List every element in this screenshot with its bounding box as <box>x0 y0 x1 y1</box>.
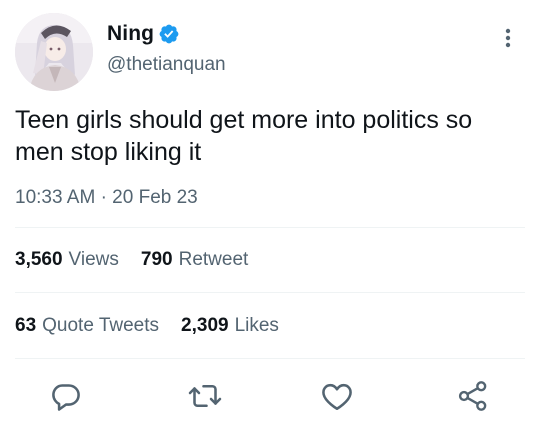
retweet-button[interactable] <box>187 378 223 414</box>
tweet-text: Teen girls should get more into politics… <box>15 106 480 166</box>
more-options-button[interactable] <box>498 26 518 50</box>
tweet-detail: Ning @thetianquan Teen girls should get … <box>0 0 540 441</box>
likes-label: Likes <box>234 315 279 336</box>
views-label: Views <box>68 249 119 270</box>
like-icon <box>322 383 352 411</box>
tweet-time: 10:33 AM <box>15 187 96 208</box>
tweet-timestamp[interactable]: 10:33 AM · 20 Feb 23 <box>15 187 198 209</box>
user-handle[interactable]: @thetianquan <box>107 54 226 76</box>
action-bar <box>0 374 540 418</box>
views-count: 3,560 <box>15 249 63 270</box>
stats-row-primary: 3,560 Views 790 Retweet <box>15 249 248 271</box>
reply-button[interactable] <box>48 378 84 414</box>
retweets-label: Retweet <box>178 249 249 270</box>
quotes-label: Quote Tweets <box>42 315 160 336</box>
divider <box>15 358 525 359</box>
retweet-icon <box>188 384 222 408</box>
stats-row-secondary: 63 Quote Tweets 2,309 Likes <box>15 315 279 337</box>
retweets-count: 790 <box>140 249 173 270</box>
more-vertical-icon <box>505 28 511 48</box>
likes-stat[interactable]: 2,309 Likes <box>181 315 279 337</box>
quotes-count: 63 <box>15 315 37 336</box>
quote-tweets-stat[interactable]: 63 Quote Tweets <box>15 315 159 337</box>
avatar-image <box>15 13 93 91</box>
divider <box>15 227 525 228</box>
share-button[interactable] <box>455 378 491 414</box>
author-name-row: Ning <box>107 20 180 48</box>
views-stat[interactable]: 3,560 Views <box>15 249 119 271</box>
avatar[interactable] <box>15 13 93 91</box>
timestamp-separator: · <box>100 187 107 208</box>
tweet-date: 20 Feb 23 <box>112 187 198 208</box>
reply-icon <box>52 384 80 411</box>
divider <box>15 292 525 293</box>
display-name[interactable]: Ning <box>107 22 154 46</box>
retweets-stat[interactable]: 790 Retweet <box>141 249 248 271</box>
verified-badge-icon <box>159 24 179 44</box>
likes-count: 2,309 <box>181 315 229 336</box>
like-button[interactable] <box>319 378 355 414</box>
share-icon <box>458 381 487 411</box>
